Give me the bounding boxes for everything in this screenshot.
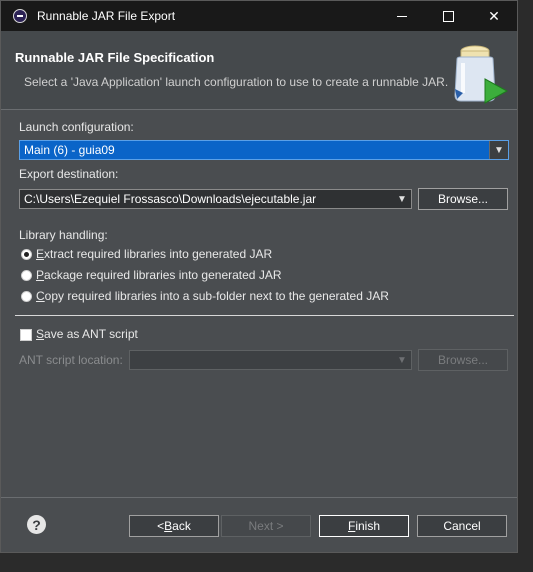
minimize-button[interactable] [379, 1, 425, 31]
footer-divider [1, 497, 517, 498]
library-handling-label: Library handling: [19, 228, 108, 242]
maximize-button[interactable] [425, 1, 471, 31]
finish-button[interactable]: Finish [319, 515, 409, 537]
extract-libraries-label[interactable]: Extract required libraries into generate… [36, 247, 272, 261]
ant-location-combo[interactable]: ▼ [129, 350, 412, 370]
copy-libraries-label[interactable]: Copy required libraries into a sub-folde… [36, 289, 389, 303]
extract-libraries-radio[interactable] [21, 249, 32, 260]
next-button[interactable]: Next > [221, 515, 311, 537]
page-title: Runnable JAR File Specification [15, 50, 215, 65]
ant-location-label: ANT script location: [19, 353, 123, 367]
export-browse-button[interactable]: Browse... [418, 188, 508, 210]
section-divider [15, 315, 514, 316]
close-button[interactable]: ✕ [471, 1, 517, 31]
launch-config-label: Launch configuration: [19, 120, 134, 134]
page-description: Select a 'Java Application' launch confi… [24, 75, 449, 89]
export-dialog: Runnable JAR File Export ✕ Runnable JAR … [0, 0, 518, 553]
export-destination-label: Export destination: [19, 167, 119, 181]
chevron-down-icon[interactable]: ▼ [393, 351, 411, 369]
launch-config-value: Main (6) - guia09 [24, 143, 115, 157]
close-icon: ✕ [488, 7, 500, 24]
ant-browse-button[interactable]: Browse... [418, 349, 508, 371]
save-ant-label[interactable]: Save as ANT script [36, 327, 138, 341]
package-libraries-label[interactable]: Package required libraries into generate… [36, 268, 281, 282]
minimize-icon [397, 15, 407, 17]
window-title: Runnable JAR File Export [37, 9, 176, 23]
eclipse-icon [13, 9, 27, 23]
save-ant-checkbox[interactable] [20, 329, 32, 341]
maximize-icon [442, 10, 454, 22]
help-icon[interactable]: ? [27, 515, 46, 534]
export-destination-combo[interactable]: C:\Users\Ezequiel Frossasco\Downloads\ej… [19, 189, 412, 209]
back-button[interactable]: < Back [129, 515, 219, 537]
export-destination-value: C:\Users\Ezequiel Frossasco\Downloads\ej… [24, 192, 317, 206]
cancel-button[interactable]: Cancel [417, 515, 507, 537]
copy-libraries-radio[interactable] [21, 291, 32, 302]
wizard-banner: Runnable JAR File Specification Select a… [1, 31, 517, 110]
jar-export-icon [454, 45, 509, 104]
chevron-down-icon[interactable]: ▼ [489, 141, 508, 159]
launch-config-combo[interactable]: Main (6) - guia09 ▼ [19, 140, 509, 160]
chevron-down-icon[interactable]: ▼ [393, 190, 411, 208]
package-libraries-radio[interactable] [21, 270, 32, 281]
title-bar[interactable]: Runnable JAR File Export ✕ [1, 1, 517, 31]
